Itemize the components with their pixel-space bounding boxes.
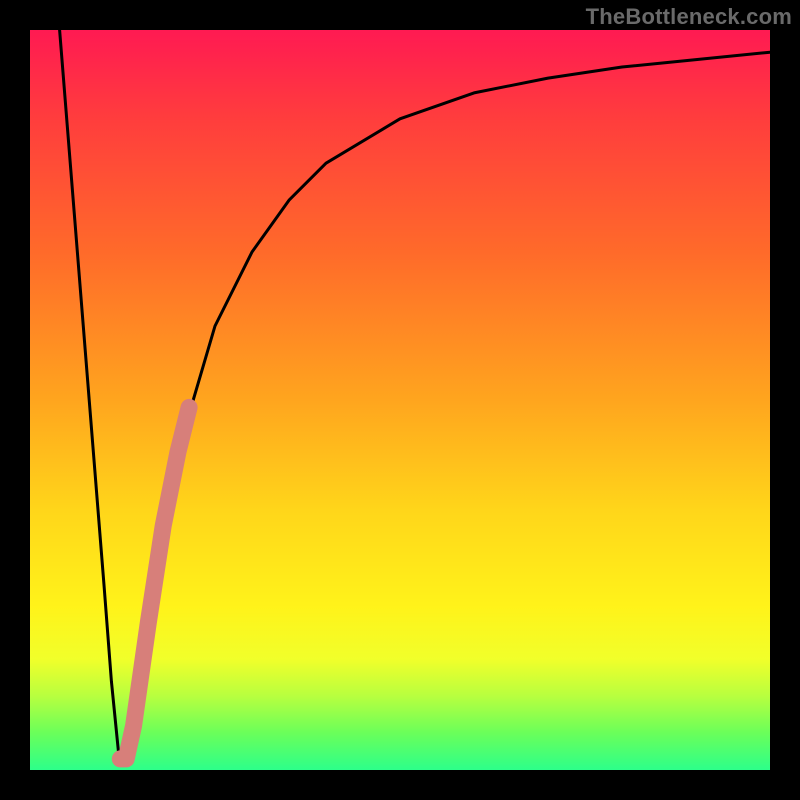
watermark-text: TheBottleneck.com bbox=[586, 4, 792, 30]
highlight-segment bbox=[120, 407, 189, 759]
chart-frame: TheBottleneck.com bbox=[0, 0, 800, 800]
bottleneck-curve bbox=[60, 30, 770, 763]
plot-area bbox=[30, 30, 770, 770]
curve-svg bbox=[30, 30, 770, 770]
